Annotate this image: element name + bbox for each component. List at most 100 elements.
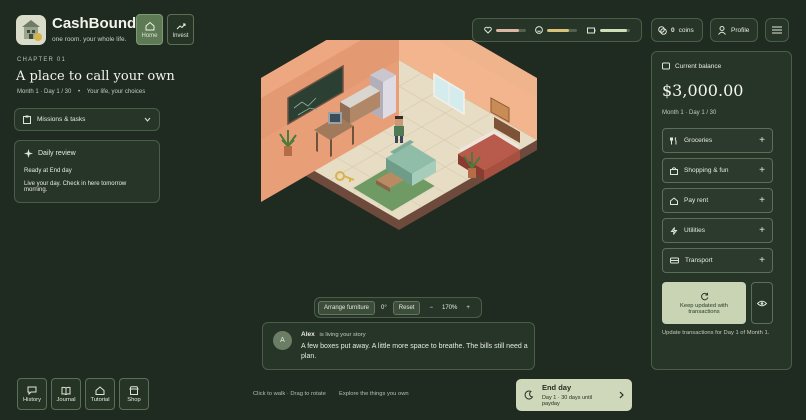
- coins-button[interactable]: 0 coins: [651, 18, 703, 42]
- reset-button[interactable]: Reset: [392, 300, 421, 315]
- missions-label: Missions & tasks: [37, 116, 86, 123]
- bus-icon: [670, 257, 679, 263]
- battery-icon: [587, 27, 596, 33]
- action-shopping[interactable]: Shopping & fun +: [662, 158, 773, 183]
- tutorial-label: Tutorial: [90, 396, 110, 403]
- chapter-motto: Your life, your choices: [86, 89, 146, 95]
- coins-icon: [658, 25, 667, 35]
- story-status: is living your story: [319, 332, 366, 338]
- moon-icon: [524, 390, 534, 400]
- keep-updated-label: Keep updated with transactions: [679, 302, 729, 315]
- user-icon: [718, 25, 726, 35]
- plus-icon: +: [759, 225, 765, 236]
- avatar: A: [273, 331, 292, 350]
- balance-label: Current balance: [675, 62, 722, 70]
- balance-sidebar: Current balance $3,000.00 Month 1 · Day …: [651, 51, 792, 370]
- happiness-stat: [535, 26, 578, 34]
- chat-icon: [27, 386, 37, 395]
- store-icon: [129, 385, 139, 395]
- chapter-subline: Month 1 · Day 1 / 30 • Your life, your c…: [17, 89, 145, 95]
- review-title: Daily review: [38, 150, 76, 157]
- status-bar: [472, 18, 642, 42]
- history-button[interactable]: History: [17, 378, 47, 410]
- action-transport[interactable]: Transport +: [662, 248, 773, 273]
- story-name: Alex: [301, 331, 315, 338]
- journal-button[interactable]: Journal: [51, 378, 81, 410]
- nav-home-label: Home: [141, 32, 158, 39]
- utensils-icon: [670, 136, 677, 144]
- arrange-toolbar: Arrange furniture 0° Reset − 170% +: [314, 297, 482, 318]
- rotation-readout: 0°: [381, 304, 387, 311]
- plus-icon: +: [759, 255, 765, 266]
- tutorial-button[interactable]: Tutorial: [85, 378, 115, 410]
- energy-meter: [600, 28, 631, 32]
- chevron-down-icon: [144, 117, 151, 122]
- journal-label: Journal: [56, 396, 76, 403]
- app-logo: [16, 15, 46, 45]
- profile-label: Profile: [731, 26, 750, 34]
- end-day-button[interactable]: End day Day 1 · 30 days until payday: [516, 379, 632, 411]
- happiness-meter: [547, 28, 578, 32]
- hint-explore: Explore the things you own: [339, 391, 409, 397]
- menu-button[interactable]: [765, 18, 789, 42]
- plus-icon: +: [759, 165, 765, 176]
- zoom-readout: 170%: [441, 304, 458, 311]
- wallet-icon: [662, 62, 670, 70]
- heart-icon: [484, 26, 492, 34]
- review-line2: Live your day. Check in here tomorrow mo…: [24, 181, 127, 193]
- plus-icon: +: [759, 135, 765, 146]
- sparkle-icon: [24, 149, 33, 158]
- story-text: A few boxes put away. A little more spac…: [301, 343, 528, 361]
- end-day-sub: Day 1 · 30 days until payday: [541, 395, 593, 407]
- book-icon: [61, 386, 71, 395]
- chapter-eyebrow: CHAPTER 01: [17, 57, 67, 63]
- daily-review-card: Daily review Ready at End day Live your …: [14, 140, 160, 203]
- update-note: Update transactions for Day 1 of Month 1…: [662, 330, 770, 336]
- chapter-separator: •: [78, 89, 81, 95]
- shopping-bag-icon: [670, 166, 678, 175]
- health-meter: [495, 28, 526, 32]
- arrange-furniture-button[interactable]: Arrange furniture: [318, 300, 376, 315]
- action-label: Utilities: [684, 227, 705, 234]
- shop-label: Shop: [127, 396, 141, 403]
- review-line1: Ready at End day: [24, 168, 72, 174]
- balance-amount: $3,000.00: [662, 81, 744, 100]
- zoom-in-button[interactable]: +: [463, 305, 473, 311]
- profile-button[interactable]: Profile: [710, 18, 758, 42]
- brand-tagline: one room. your whole life.: [52, 36, 127, 43]
- story-card: A Alex is living your story A few boxes …: [262, 322, 535, 370]
- house-icon: [670, 196, 678, 205]
- balance-date: Month 1 · Day 1 / 30: [662, 110, 717, 116]
- energy-stat: [587, 27, 631, 34]
- nav-invest-label: Invest: [172, 32, 189, 39]
- visibility-toggle[interactable]: [751, 282, 773, 324]
- room-scene[interactable]: [258, 40, 540, 236]
- action-groceries[interactable]: Groceries +: [662, 128, 773, 153]
- home-icon: [95, 385, 105, 395]
- history-label: History: [22, 396, 42, 403]
- hint-controls: Click to walk · Drag to rotate: [253, 391, 326, 397]
- action-utilities[interactable]: Utilities +: [662, 218, 773, 243]
- zoom-out-button[interactable]: −: [426, 305, 436, 311]
- clipboard-icon: [23, 115, 31, 124]
- chapter-date: Month 1 · Day 1 / 30: [17, 89, 72, 95]
- nav-home-button[interactable]: Home: [136, 14, 163, 45]
- action-pay-rent[interactable]: Pay rent +: [662, 188, 773, 213]
- nav-invest-button[interactable]: Invest: [167, 14, 194, 45]
- keep-updated-button[interactable]: Keep updated with transactions: [662, 282, 746, 324]
- action-label: Groceries: [684, 137, 713, 144]
- bolt-icon: [670, 226, 678, 235]
- plus-icon: +: [759, 195, 765, 206]
- shop-button[interactable]: Shop: [119, 378, 149, 410]
- action-label: Shopping & fun: [684, 167, 729, 174]
- missions-dropdown[interactable]: Missions & tasks: [14, 108, 160, 131]
- brand-name: CashBound: [52, 15, 137, 32]
- home-icon: [145, 21, 154, 30]
- end-day-title: End day: [541, 383, 572, 392]
- eye-icon: [757, 300, 767, 306]
- action-label: Transport: [685, 257, 713, 264]
- coins-count: 0: [671, 26, 675, 34]
- chevron-right-icon: [619, 391, 624, 399]
- action-label: Pay rent: [684, 197, 709, 204]
- trend-up-icon: [176, 23, 185, 29]
